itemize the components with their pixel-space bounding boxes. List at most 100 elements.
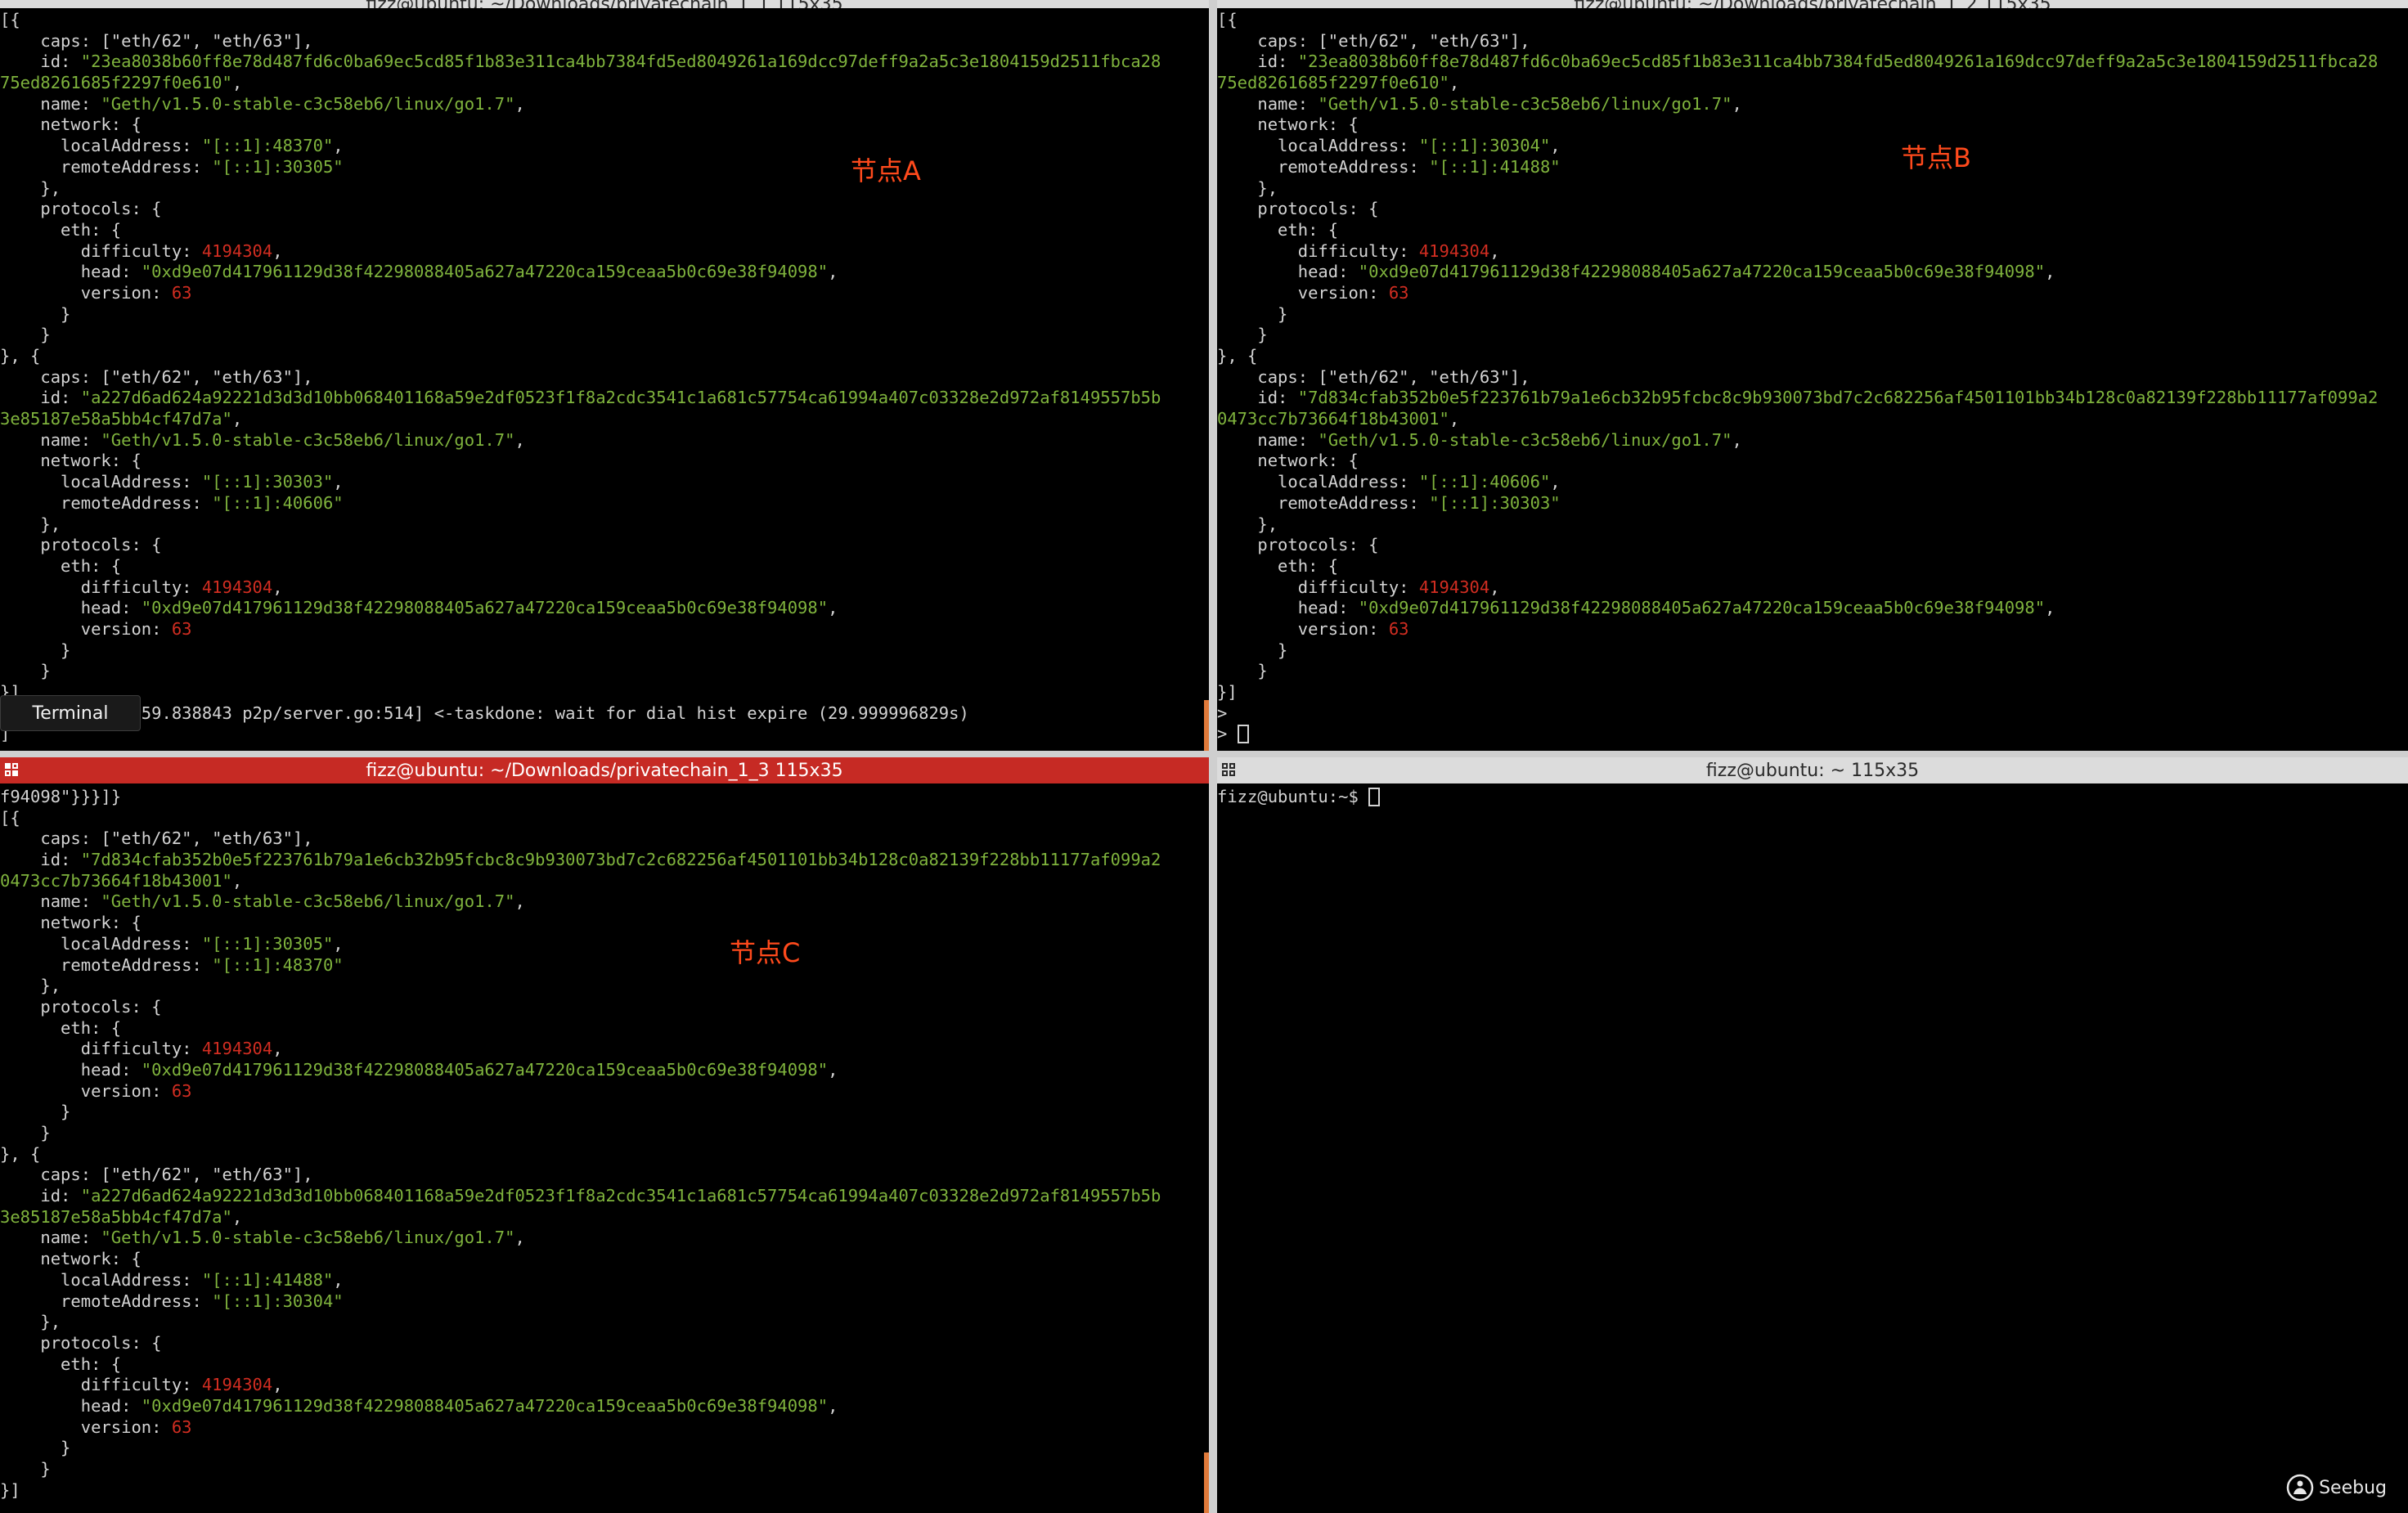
terminal-text: "0xd9e07d417961129d38f42298088405a627a47…	[1358, 598, 2046, 618]
terminal-line: eth: {	[1217, 220, 2408, 241]
terminal-text: "7d834cfab352b0e5f223761b79a1e6cb32b95fc…	[1297, 388, 2379, 408]
title-bar[interactable]: fizz@ubuntu: ~ 115x35	[1217, 757, 2408, 783]
terminal-pane-node-b[interactable]: fizz@ubuntu: ~/Downloads/privatechain_1_…	[1217, 0, 2408, 751]
terminal-text: 0473cc7b73664f18b43001"	[1217, 409, 1449, 429]
terminal-text: remoteAddress:	[0, 1291, 213, 1311]
terminal-text: ,	[1550, 136, 1561, 156]
terminal-text: version:	[1217, 282, 1389, 303]
terminal-line: head: "0xd9e07d417961129d38f42298088405a…	[1217, 262, 2408, 283]
terminal-text: 0473cc7b73664f18b43001"	[0, 870, 232, 891]
scroll-indicator[interactable]	[1204, 700, 1209, 751]
terminal-text: name:	[0, 429, 101, 450]
terminal-text: "23ea8038b60ff8e78d487fd6c0ba69ec5cd85f1…	[80, 52, 1161, 72]
terminal-line: difficulty: 4194304,	[0, 241, 1209, 263]
terminal-text: id:	[0, 52, 81, 72]
terminal-output[interactable]: fizz@ubuntu:~$	[1217, 787, 2408, 808]
terminal-text: head:	[1217, 598, 1359, 618]
terminal-text: "[::1]:41488"	[1429, 156, 1561, 177]
terminal-pane-node-a[interactable]: fizz@ubuntu: ~/Downloads/privatechain_1_…	[0, 0, 1209, 751]
terminal-text: 63	[171, 282, 192, 303]
terminal-text: caps: ["eth/62", "eth/63"],	[0, 366, 313, 387]
terminal-text: }	[1217, 325, 1268, 345]
terminal-line: }	[0, 1438, 1209, 1459]
terminal-line: localAddress: "[::1]:30303",	[0, 472, 1209, 493]
terminal-text: },	[0, 177, 61, 198]
title-bar[interactable]: fizz@ubuntu: ~/Downloads/privatechain_1_…	[0, 0, 1209, 8]
terminal-text: name:	[0, 1228, 101, 1248]
terminal-text: network: {	[1217, 451, 1359, 471]
terminal-line: caps: ["eth/62", "eth/63"],	[0, 828, 1209, 850]
terminal-text: remoteAddress:	[1217, 492, 1430, 513]
terminal-line: localAddress: "[::1]:30305",	[0, 934, 1209, 955]
terminal-text: }	[1217, 661, 1268, 681]
terminal-text: 4194304	[201, 577, 273, 597]
terminal-line: },	[0, 178, 1209, 200]
terminal-line: head: "0xd9e07d417961129d38f42298088405a…	[0, 1396, 1209, 1417]
terminal-text: head:	[0, 1059, 142, 1080]
terminal-line: name: "Geth/v1.5.0-stable-c3c58eb6/linux…	[0, 94, 1209, 115]
terminal-text: "[::1]:30303"	[1429, 492, 1561, 513]
terminal-line: }	[1217, 304, 2408, 325]
terminal-text: ,	[1489, 240, 1500, 261]
terminal-line: 59.838843 p2p/server.go:514] <-taskdone:…	[0, 703, 1209, 725]
terminal-text: caps: ["eth/62", "eth/63"],	[0, 1165, 313, 1185]
terminal-line: network: {	[0, 1249, 1209, 1270]
terminal-text: head:	[0, 598, 142, 618]
terminal-text: network: {	[0, 114, 142, 135]
terminal-text: 63	[171, 618, 192, 639]
terminal-text: ,	[1732, 93, 1742, 114]
window-grid-icon[interactable]	[5, 763, 20, 778]
title-bar[interactable]: fizz@ubuntu: ~/Downloads/privatechain_1_…	[1217, 0, 2408, 8]
terminal-output[interactable]: f94098"}}}]}[{ caps: ["eth/62", "eth/63"…	[0, 787, 1209, 1501]
terminal-text: id:	[1217, 388, 1298, 408]
terminal-text: head:	[0, 262, 142, 282]
terminal-text: "[::1]:48370"	[212, 954, 344, 975]
terminal-text: ,	[828, 598, 838, 618]
terminal-line: ]	[0, 724, 1209, 745]
scroll-indicator[interactable]	[1204, 1452, 1209, 1513]
terminal-text: ,	[333, 933, 344, 954]
terminal-line: id: "23ea8038b60ff8e78d487fd6c0ba69ec5cd…	[1217, 52, 2408, 73]
title-bar[interactable]: fizz@ubuntu: ~/Downloads/privatechain_1_…	[0, 757, 1209, 783]
terminal-line: eth: {	[0, 220, 1209, 241]
terminal-text: id:	[0, 388, 81, 408]
terminal-pane-shell[interactable]: fizz@ubuntu: ~ 115x35 fizz@ubuntu:~$ See…	[1217, 757, 2408, 1513]
terminal-line: }	[0, 1459, 1209, 1480]
terminal-text: }	[0, 640, 71, 660]
terminal-text: }, {	[0, 1143, 41, 1164]
terminal-line: localAddress: "[::1]:40606",	[1217, 472, 2408, 493]
terminal-text: eth: {	[0, 219, 122, 240]
terminal-text: ,	[272, 577, 283, 597]
terminal-line: id: "7d834cfab352b0e5f223761b79a1e6cb32b…	[1217, 388, 2408, 409]
terminal-line: eth: {	[0, 556, 1209, 577]
terminal-line: network: {	[0, 913, 1209, 934]
terminal-text: network: {	[0, 1249, 142, 1269]
terminal-text: remoteAddress:	[0, 156, 213, 177]
terminal-text: ,	[333, 1269, 344, 1290]
terminal-text: "a227d6ad624a92221d3d3d10bb068401168a59e…	[80, 1186, 1161, 1206]
terminal-output[interactable]: [{ caps: ["eth/62", "eth/63"], id: "23ea…	[1217, 10, 2408, 745]
terminal-line: caps: ["eth/62", "eth/63"],	[1217, 31, 2408, 52]
terminal-line: }	[0, 304, 1209, 325]
terminal-pane-node-c[interactable]: fizz@ubuntu: ~/Downloads/privatechain_1_…	[0, 757, 1209, 1513]
terminal-text: 4194304	[1418, 577, 1490, 597]
terminal-line: remoteAddress: "[::1]:41488"	[1217, 157, 2408, 178]
terminal-output[interactable]: [{ caps: ["eth/62", "eth/63"], id: "23ea…	[0, 10, 1209, 745]
terminal-text: },	[0, 1312, 61, 1332]
terminal-text: protocols: {	[0, 996, 162, 1017]
window-grid-icon[interactable]	[1222, 763, 1237, 778]
terminal-line: localAddress: "[::1]:41488",	[0, 1270, 1209, 1291]
terminal-text: "[::1]:30304"	[1418, 136, 1551, 156]
terminal-text: "Geth/v1.5.0-stable-c3c58eb6/linux/go1.7…	[101, 93, 515, 114]
terminal-line: }	[1217, 325, 2408, 346]
terminal-text: head:	[1217, 262, 1359, 282]
terminal-line: localAddress: "[::1]:30304",	[1217, 136, 2408, 157]
terminal-text: 3e85187e58a5bb4cf47d7a"	[0, 1206, 232, 1227]
terminal-text: ,	[2045, 598, 2055, 618]
terminal-line: protocols: {	[1217, 535, 2408, 556]
terminal-line: protocols: {	[0, 535, 1209, 556]
seebug-watermark: Seebug	[2286, 1474, 2387, 1502]
terminal-text: "[::1]:40606"	[1418, 472, 1551, 492]
terminal-text: }	[0, 325, 51, 345]
terminal-line: head: "0xd9e07d417961129d38f42298088405a…	[0, 1060, 1209, 1081]
